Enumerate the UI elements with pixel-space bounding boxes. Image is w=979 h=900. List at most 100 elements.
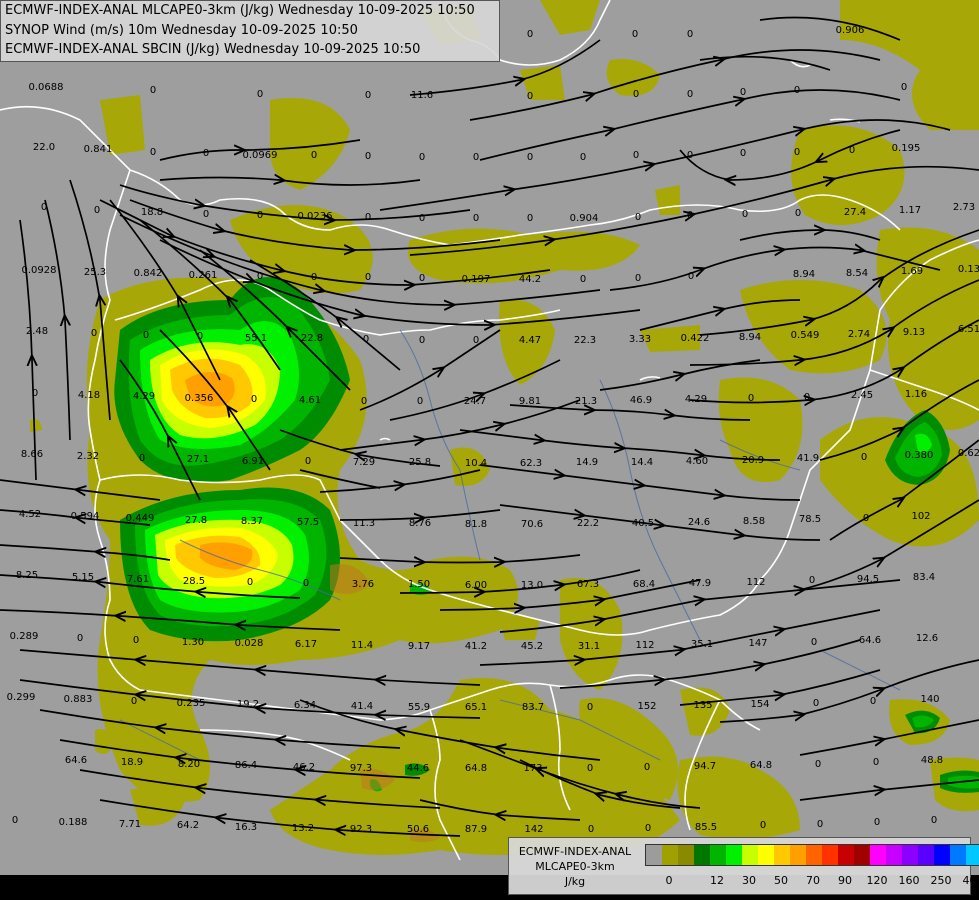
map-value-label: 68.4 <box>633 579 655 590</box>
map-value-label: 0 <box>687 150 693 161</box>
map-value-label: 7.61 <box>127 574 149 585</box>
map-value-label: 44.6 <box>407 763 429 774</box>
map-value-label: 147 <box>748 638 767 649</box>
map-value-label: 22.2 <box>577 518 599 529</box>
map-value-label: 0 <box>203 148 209 159</box>
map-value-label: 4.29 <box>685 394 707 405</box>
map-value-label: 0 <box>861 452 867 463</box>
map-value-label: 7.71 <box>119 819 141 830</box>
map-header: ECMWF-INDEX-ANAL MLCAPE0-3km (J/kg) Wedn… <box>0 0 500 62</box>
legend-swatch <box>774 845 790 865</box>
legend-tick: 12 <box>710 874 724 887</box>
map-value-label: 70.6 <box>521 519 543 530</box>
map-value-label: 25.3 <box>84 267 106 278</box>
map-value-label: 0 <box>687 210 693 221</box>
map-value-label: 14.9 <box>576 457 598 468</box>
map-value-label: 41.4 <box>351 701 373 712</box>
map-value-label: 173 <box>523 763 542 774</box>
map-value-label: 3.76 <box>352 579 374 590</box>
map-value-label: 67.3 <box>577 579 599 590</box>
map-value-label: 0 <box>150 147 156 158</box>
map-value-label: 0 <box>12 815 18 826</box>
map-value-label: 112 <box>746 577 765 588</box>
legend-tick: 70 <box>806 874 820 887</box>
map-value-label: 0 <box>580 274 586 285</box>
map-value-label: 4.52 <box>19 509 41 520</box>
map-value-label: 4.61 <box>299 395 321 406</box>
map-value-label: 0 <box>363 334 369 345</box>
map-value-label: 0.904 <box>570 213 599 224</box>
map-value-label: 50.6 <box>407 824 429 835</box>
map-value-label: 3.33 <box>629 334 651 345</box>
map-value-label: 0 <box>257 89 263 100</box>
legend-color-bar <box>645 844 979 866</box>
map-value-label: 1.69 <box>901 266 923 277</box>
map-value-label: 6.51 <box>958 324 979 335</box>
map-value-label: 2.32 <box>77 451 99 462</box>
legend-tick: 0 <box>665 874 673 887</box>
map-value-label: 81.8 <box>465 519 487 530</box>
map-value-label: 40.5 <box>632 518 654 529</box>
map-value-label: 0 <box>874 817 880 828</box>
map-value-label: 0 <box>247 577 253 588</box>
map-value-label: 152 <box>637 701 656 712</box>
weather-map[interactable]: 0 0 0 0.906 0.0688 0 0 0 11.6 0 0 0 0 0 0 22.0 0.841 0 0 0.… <box>0 0 979 900</box>
map-value-label: 0.195 <box>892 143 921 154</box>
map-value-label: 0 <box>77 633 83 644</box>
map-value-label: 0 <box>587 702 593 713</box>
map-value-label: 4.29 <box>133 391 155 402</box>
map-value-label: 12.6 <box>916 633 938 644</box>
map-value-label: 0.449 <box>126 513 155 524</box>
map-value-label: 22.3 <box>574 335 596 346</box>
map-value-label: 9.17 <box>408 641 430 652</box>
map-value-label: 22.8 <box>301 333 323 344</box>
map-value-label: 0.188 <box>59 817 88 828</box>
map-value-label: 0 <box>740 87 746 98</box>
map-value-label: 27.4 <box>844 207 866 218</box>
legend-title: ECMWF-INDEX-ANAL MLCAPE0-3km J/kg <box>513 844 637 889</box>
map-value-label: 31.1 <box>578 641 600 652</box>
map-value-label: 2.74 <box>848 329 870 340</box>
map-value-label: 25.8 <box>409 457 431 468</box>
map-value-label: 27.8 <box>185 515 207 526</box>
map-value-label: 14.4 <box>631 457 653 468</box>
map-value-label: 0 <box>419 152 425 163</box>
map-value-label: 0 <box>632 29 638 40</box>
map-value-label: 0 <box>527 213 533 224</box>
map-value-label: 0 <box>197 331 203 342</box>
map-value-label: 135 <box>693 700 712 711</box>
map-value-label: 4.18 <box>78 390 100 401</box>
map-value-label: 2.48 <box>26 326 48 337</box>
legend-tick: 90 <box>838 874 852 887</box>
map-value-label: 97.3 <box>350 763 372 774</box>
map-value-label: 0 <box>143 330 149 341</box>
map-value-label: 55.9 <box>408 702 430 713</box>
map-value-label: 41.2 <box>465 641 487 652</box>
map-value-label: 0 <box>645 823 651 834</box>
map-value-label: 0 <box>419 213 425 224</box>
map-value-label: 46.9 <box>630 395 652 406</box>
map-value-label: 0 <box>139 453 145 464</box>
legend-tick: 160 <box>898 874 920 887</box>
map-value-label: 2.45 <box>851 390 873 401</box>
legend-swatch <box>870 845 886 865</box>
map-value-label: 112 <box>635 640 654 651</box>
map-value-label: 8.76 <box>409 518 431 529</box>
map-value-label: 0 <box>740 148 746 159</box>
legend-swatch <box>902 845 918 865</box>
map-value-label: 0 <box>365 90 371 101</box>
map-value-label: 0.0236 <box>298 211 333 222</box>
map-value-label: 0 <box>527 29 533 40</box>
map-value-label: 0 <box>150 85 156 96</box>
map-value-label: 0 <box>815 759 821 770</box>
map-value-label: 8.58 <box>743 516 765 527</box>
map-value-label: 1.50 <box>408 579 430 590</box>
map-value-label: 6.17 <box>295 639 317 650</box>
map-value-label: 11.3 <box>353 518 375 529</box>
map-value-label: 62.3 <box>520 458 542 469</box>
legend-swatch <box>966 845 979 865</box>
map-value-label: 94.7 <box>694 761 716 772</box>
legend-swatch <box>950 845 966 865</box>
map-value-label: 8.94 <box>739 332 761 343</box>
map-value-label: 0.289 <box>10 631 39 642</box>
